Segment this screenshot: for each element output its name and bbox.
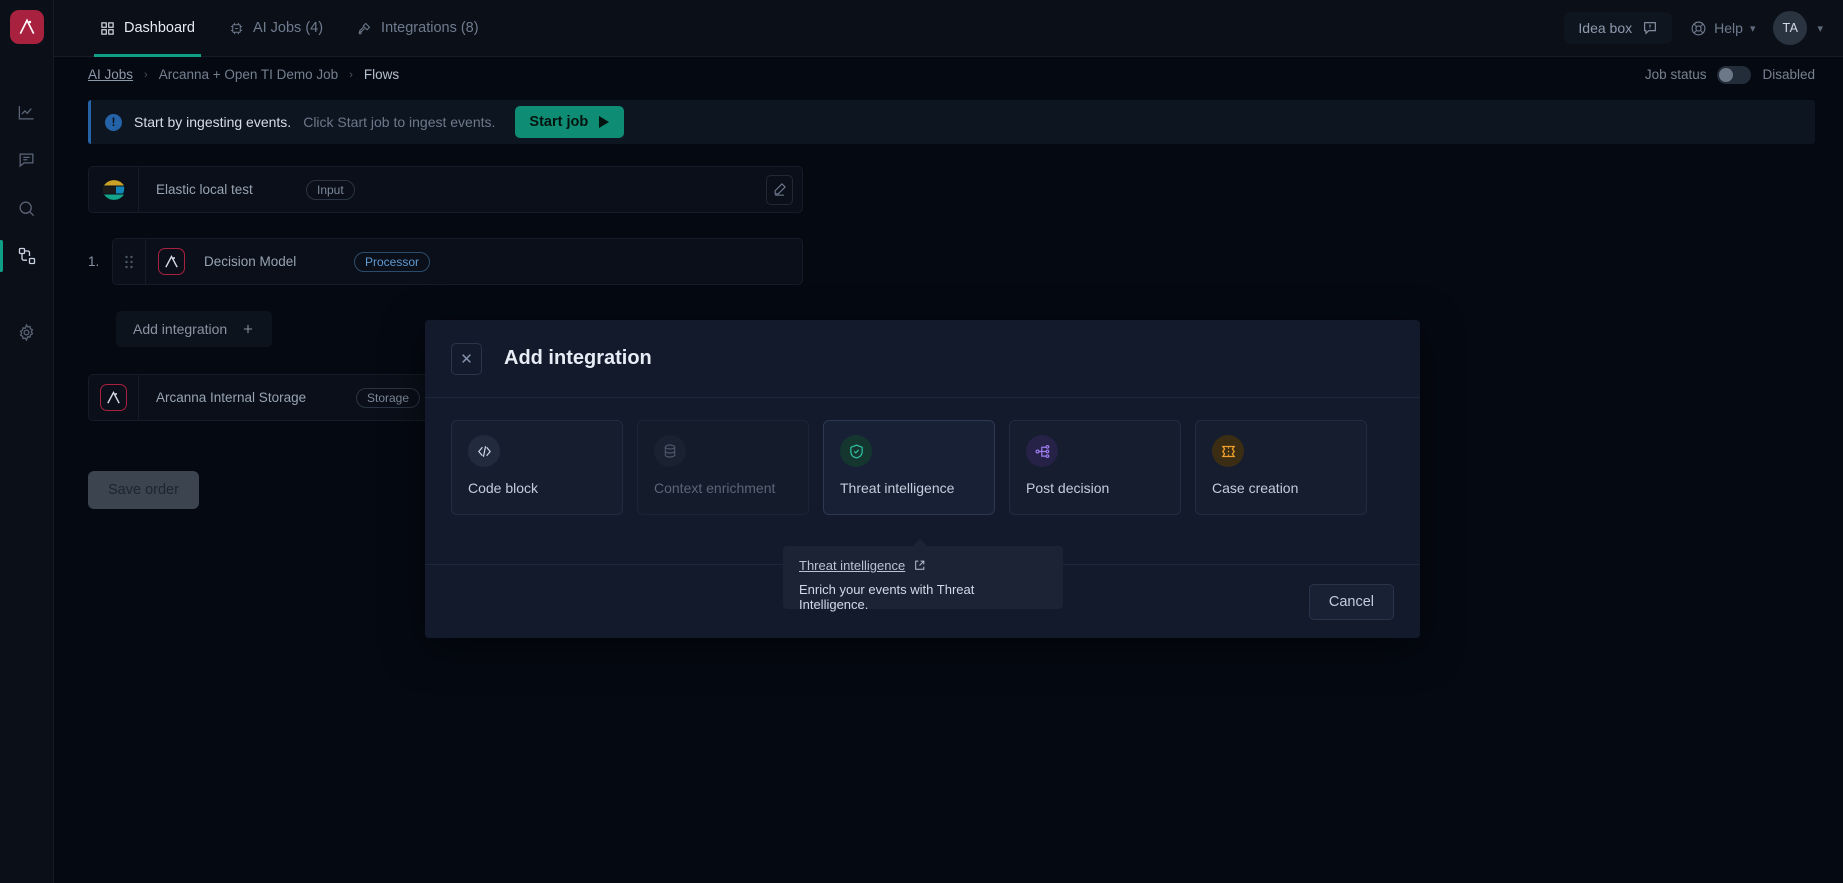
start-job-label: Start job xyxy=(529,114,589,130)
arcanna-logo-icon xyxy=(146,248,196,275)
save-order-label: Save order xyxy=(108,482,179,498)
drag-grip-icon[interactable] xyxy=(113,239,146,284)
info-exclamation-icon: ! xyxy=(105,113,122,131)
cancel-button[interactable]: Cancel xyxy=(1308,583,1394,620)
edit-pencil-icon[interactable] xyxy=(766,174,793,205)
breadcrumb-separator: › xyxy=(144,68,148,81)
tooltip-title-link[interactable]: Threat intelligence xyxy=(799,558,1047,573)
tab-ai-jobs[interactable]: AI Jobs (4) xyxy=(215,0,337,57)
job-status-value: Disabled xyxy=(1762,67,1815,82)
toggle-knob xyxy=(1719,67,1734,82)
tooltip-title-text: Threat intelligence xyxy=(799,558,906,573)
flow-row-input[interactable]: Elastic local test Input xyxy=(88,166,803,213)
breadcrumb-separator: › xyxy=(349,68,353,81)
job-status-label: Job status xyxy=(1644,67,1707,82)
flow-row-input-badge: Input xyxy=(306,179,355,200)
modal-title: Add integration xyxy=(504,347,652,369)
add-integration-button[interactable]: Add integration xyxy=(116,311,273,347)
play-icon xyxy=(598,116,610,128)
integration-option-post-decision[interactable]: Post decision xyxy=(1009,420,1181,515)
close-x-icon[interactable]: ✕ xyxy=(451,342,482,375)
shield-check-icon xyxy=(840,435,872,467)
tab-dashboard[interactable]: Dashboard xyxy=(86,0,209,57)
alert-strong-text: Start by ingesting events. xyxy=(134,114,292,130)
chevron-down-icon: ▾ xyxy=(1749,22,1756,35)
job-status-toggle[interactable] xyxy=(1717,65,1752,84)
tab-integrations-label: Integrations (8) xyxy=(381,20,479,36)
integration-option-case-creation[interactable]: Case creation xyxy=(1195,420,1367,515)
tab-ai-jobs-label: AI Jobs (4) xyxy=(252,20,324,36)
flow-row-input-actions xyxy=(766,174,793,205)
account-chevron-down-icon[interactable]: ▾ xyxy=(1817,22,1823,35)
flow-row-input-name: Elastic local test xyxy=(156,182,253,197)
threat-intelligence-tooltip: Threat intelligence Enrich your events w… xyxy=(783,539,1063,612)
sidebar-item-flows[interactable] xyxy=(0,232,54,280)
arcanna-logo-icon xyxy=(89,375,139,420)
idea-box-button[interactable]: Idea box xyxy=(1564,12,1673,44)
alert-body-text: Click Start job to ingest events. xyxy=(303,114,496,130)
avatar[interactable]: TA xyxy=(1773,11,1808,45)
code-brackets-icon xyxy=(468,435,500,467)
job-status-control: Job status Disabled xyxy=(1644,65,1815,84)
save-order-button[interactable]: Save order xyxy=(88,471,199,509)
sidebar-item-search[interactable] xyxy=(0,184,54,232)
tab-integrations[interactable]: Integrations (8) xyxy=(343,0,493,57)
lifebuoy-help-icon xyxy=(1690,20,1707,37)
breadcrumb-bar: AI Jobs › Arcanna + Open TI Demo Job › F… xyxy=(54,57,1843,92)
sidebar-item-settings[interactable] xyxy=(0,308,54,356)
idea-box-label: Idea box xyxy=(1578,20,1633,36)
chip-ai-icon xyxy=(229,21,244,36)
sidebar-item-feedback[interactable] xyxy=(0,136,54,184)
integration-option-post-decision-label: Post decision xyxy=(1026,480,1110,496)
topbar-right-actions: Idea box Help ▾ TA ▾ xyxy=(1564,11,1823,45)
flow-row-processor-wrap: 1. Decision Model Processor xyxy=(88,238,803,285)
integration-option-context-enrichment[interactable]: Context enrichment xyxy=(637,420,809,515)
modal-header: ✕ Add integration xyxy=(425,320,1420,398)
start-job-button[interactable]: Start job xyxy=(515,106,625,138)
elastic-logo-icon xyxy=(89,167,139,212)
ingest-alert-banner: ! Start by ingesting events. Click Start… xyxy=(88,100,1815,144)
cancel-label: Cancel xyxy=(1328,593,1374,610)
sidebar-item-analytics[interactable] xyxy=(0,88,54,136)
help-label: Help xyxy=(1714,20,1743,36)
flow-row-processor-badge: Processor xyxy=(354,251,431,272)
speech-bubble-icon xyxy=(1642,20,1658,36)
database-icon xyxy=(654,435,686,467)
tooltip-description: Enrich your events with Threat Intellige… xyxy=(799,582,975,612)
breadcrumb-item-ai-jobs[interactable]: AI Jobs xyxy=(88,67,133,82)
add-integration-label: Add integration xyxy=(133,321,228,337)
top-navbar: Dashboard AI Jobs (4) Integrations (8) I… xyxy=(54,0,1843,57)
flow-row-processor-name: Decision Model xyxy=(204,254,297,269)
help-button[interactable]: Help ▾ xyxy=(1682,12,1763,45)
integration-option-threat-intelligence[interactable]: Threat intelligence xyxy=(823,420,995,515)
app-root: Dashboard AI Jobs (4) Integrations (8) I… xyxy=(0,0,1843,883)
avatar-initials: TA xyxy=(1782,21,1799,35)
tab-dashboard-label: Dashboard xyxy=(124,20,195,36)
integration-option-context-enrichment-label: Context enrichment xyxy=(654,480,776,496)
breadcrumb-item-job[interactable]: Arcanna + Open TI Demo Job xyxy=(159,67,338,82)
external-link-icon xyxy=(913,559,926,572)
integration-option-code-block-label: Code block xyxy=(468,480,539,496)
plug-integration-icon xyxy=(357,21,372,36)
ticket-icon xyxy=(1212,435,1244,467)
grid-dashboard-icon xyxy=(100,21,115,36)
breadcrumb-item-flows: Flows xyxy=(363,67,400,82)
nav-tabs: Dashboard AI Jobs (4) Integrations (8) xyxy=(86,0,493,57)
branch-nodes-icon xyxy=(1026,435,1058,467)
breadcrumb: AI Jobs › Arcanna + Open TI Demo Job › F… xyxy=(88,67,399,82)
integration-option-code-block[interactable]: Code block xyxy=(451,420,623,515)
flow-row-storage-badge: Storage xyxy=(356,387,421,408)
plus-icon xyxy=(241,322,255,336)
flow-row-processor-number: 1. xyxy=(88,254,100,269)
flow-row-processor[interactable]: Decision Model Processor xyxy=(112,238,803,285)
left-sidebar xyxy=(0,0,54,883)
arcanna-logo-icon[interactable] xyxy=(9,10,44,44)
flow-row-storage-name: Arcanna Internal Storage xyxy=(156,390,307,405)
integration-option-threat-intelligence-label: Threat intelligence xyxy=(840,480,955,496)
integration-option-case-creation-label: Case creation xyxy=(1212,480,1299,496)
